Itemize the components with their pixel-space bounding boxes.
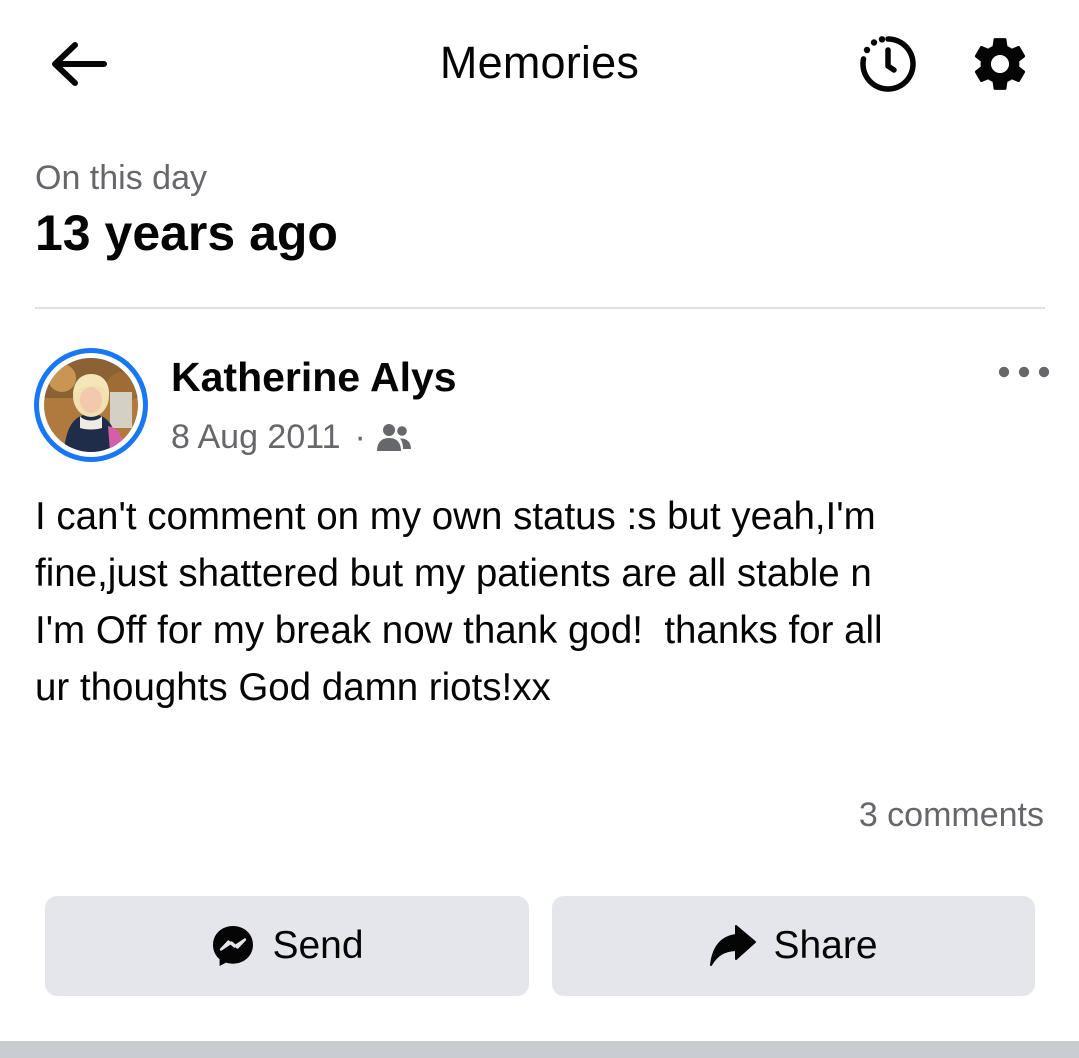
more-options-icon (998, 366, 1050, 378)
more-options-button[interactable] (988, 352, 1060, 392)
top-bar: Memories (0, 0, 1079, 126)
comments-count[interactable]: 3 comments (859, 792, 1044, 838)
divider (35, 307, 1045, 309)
memories-timer-button[interactable] (848, 26, 928, 102)
post-meta: 8 Aug 2011 · (171, 414, 412, 460)
share-button[interactable]: Share (552, 896, 1035, 996)
friends-icon (376, 424, 411, 451)
years-ago-heading: 13 years ago (35, 205, 338, 261)
messenger-icon (213, 926, 254, 966)
memory-header: On this day 13 years ago (35, 156, 338, 264)
avatar-photo (44, 358, 138, 452)
gear-icon (974, 38, 1026, 90)
avatar[interactable] (34, 348, 148, 462)
share-label: Share (773, 924, 878, 967)
post-date[interactable]: 8 Aug 2011 (171, 418, 341, 457)
section-separator-bar (0, 1041, 1079, 1058)
on-this-day-label: On this day (35, 159, 207, 197)
timer-icon (860, 36, 916, 92)
share-arrow-icon (710, 925, 757, 966)
meta-separator: · (354, 417, 366, 456)
post-text: I can't comment on my own status :s but … (35, 495, 883, 709)
author-name[interactable]: Katherine Alys (171, 352, 457, 402)
settings-button[interactable] (960, 26, 1040, 102)
send-button[interactable]: Send (45, 896, 529, 996)
send-label: Send (272, 924, 364, 967)
